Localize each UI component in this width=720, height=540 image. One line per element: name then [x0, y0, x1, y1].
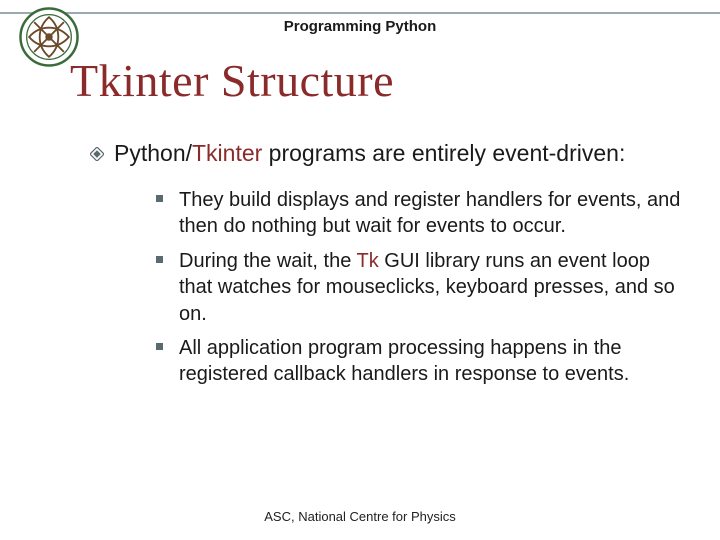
list-item: All application program processing happe… — [156, 335, 686, 388]
content-area: Python/Tkinter programs are entirely eve… — [90, 138, 686, 396]
list-item: During the wait, the Tk GUI library runs… — [156, 248, 686, 327]
text-segment: During the wait, the — [179, 250, 357, 272]
highlight-tkinter: Tkinter — [192, 140, 262, 166]
sub-item-text: During the wait, the Tk GUI library runs… — [179, 248, 686, 327]
slide: Programming Python Tkinter Structure Pyt… — [0, 0, 720, 540]
main-bullet: Python/Tkinter programs are entirely eve… — [90, 138, 686, 169]
square-bullet-icon — [156, 195, 163, 202]
square-bullet-icon — [156, 256, 163, 263]
highlight-tk: Tk — [357, 250, 379, 272]
list-item: They build displays and register handler… — [156, 187, 686, 240]
text-segment: Python/ — [114, 140, 192, 166]
sub-item-text: They build displays and register handler… — [179, 187, 686, 240]
sub-item-text: All application program processing happe… — [179, 335, 686, 388]
top-divider — [0, 12, 720, 14]
main-bullet-text: Python/Tkinter programs are entirely eve… — [114, 138, 625, 169]
header-subject: Programming Python — [0, 18, 720, 35]
diamond-bullet-icon — [90, 147, 104, 166]
square-bullet-icon — [156, 343, 163, 350]
text-segment: programs are entirely event-driven: — [262, 140, 625, 166]
footer-text: ASC, National Centre for Physics — [0, 509, 720, 524]
sub-bullet-list: They build displays and register handler… — [156, 187, 686, 388]
slide-title: Tkinter Structure — [70, 54, 394, 107]
